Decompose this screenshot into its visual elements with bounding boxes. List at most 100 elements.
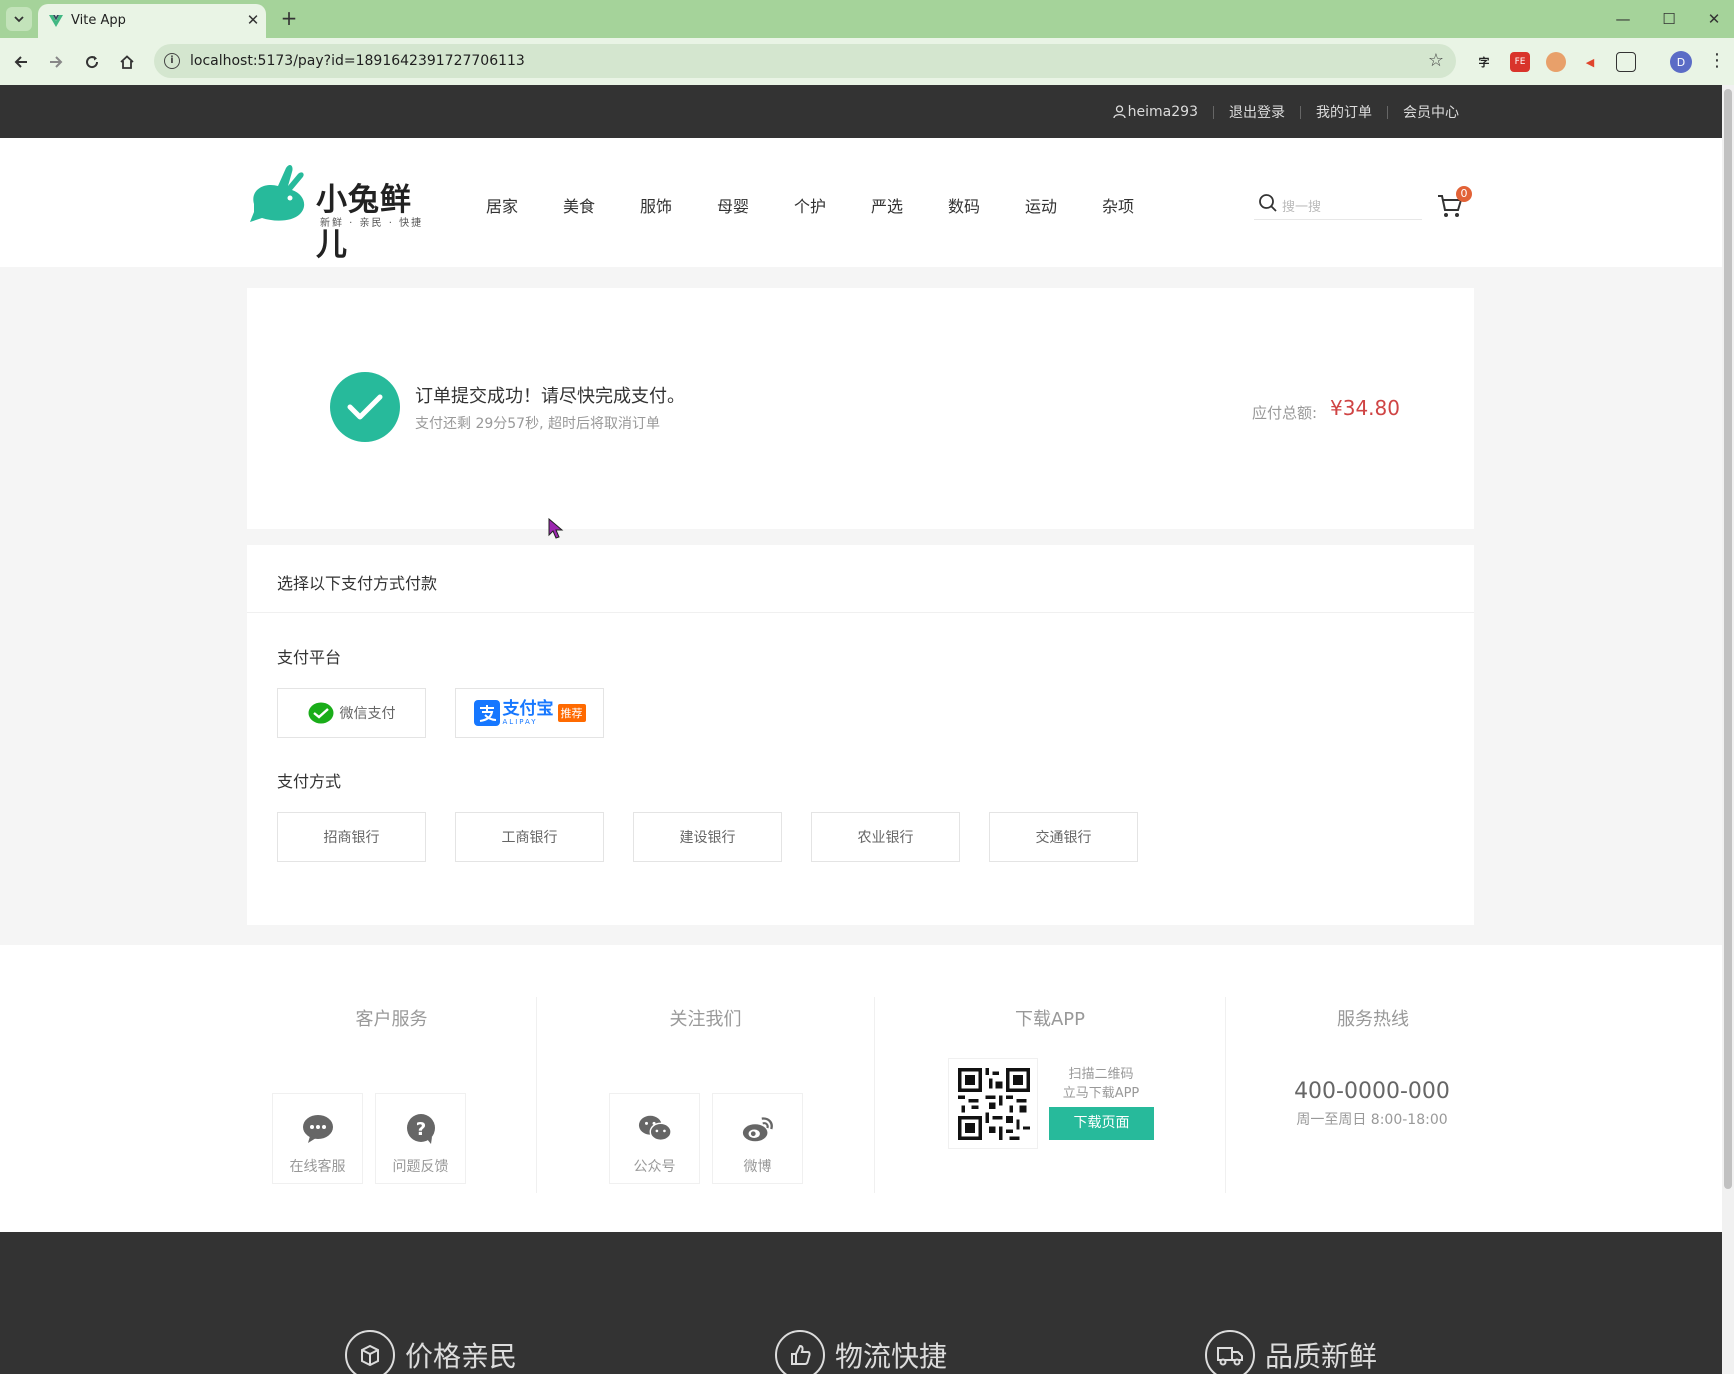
minimize-icon[interactable]: — [1610,6,1636,32]
browser-menu-icon[interactable]: ⋮ [1708,50,1726,71]
footer-promises: 价格亲民 物流快捷 品质新鲜 [0,1232,1722,1374]
amount-label: 应付总额: [1252,404,1318,422]
hotline-number: 400-0000-000 [1294,1079,1450,1104]
browser-tab[interactable]: Vite App ✕ [38,4,266,38]
wechat-icon [638,1112,672,1146]
bookmark-star-icon[interactable]: ☆ [1428,50,1444,71]
weibo-button[interactable]: 微博 [712,1093,803,1184]
user-link[interactable]: heima293 [1113,104,1198,120]
online-service-button[interactable]: 在线客服 [272,1093,363,1184]
wechat-pay-icon [308,702,333,724]
bank-option-icbc[interactable]: 工商银行 [455,812,604,862]
bank-option-bocom[interactable]: 交通银行 [989,812,1138,862]
search-box[interactable]: 搜一搜 [1254,190,1422,220]
site-info-icon[interactable]: i [164,53,180,69]
close-tab-icon[interactable]: ✕ [244,11,262,29]
feedback-button[interactable]: ? 问题反馈 [375,1093,466,1184]
address-bar[interactable]: i localhost:5173/pay?id=1891642391727706… [154,44,1456,78]
cart-button[interactable]: 0 [1436,186,1472,220]
url-text: localhost:5173/pay?id=189164239172770611… [190,53,525,69]
site-header: 小兔鲜儿 新鲜 · 亲民 · 快捷 居家 美食 服饰 母婴 个护 严选 数码 运… [0,138,1722,267]
tab-search-button[interactable] [6,7,32,31]
browser-toolbar: i localhost:5173/pay?id=1891642391727706… [0,38,1734,85]
alipay-en-text: ALIPAY [502,717,538,726]
download-page-button[interactable]: 下载页面 [1049,1107,1154,1140]
payment-heading: 选择以下支付方式付款 [277,574,438,593]
tab-title: Vite App [71,13,126,28]
promise-quality: 品质新鲜 [1205,1330,1377,1374]
nav-item-food[interactable]: 美食 [563,193,640,217]
category-nav: 居家 美食 服饰 母婴 个护 严选 数码 运动 杂项 [486,193,1179,217]
page-scrollbar[interactable] [1722,85,1734,1374]
order-success-card: 订单提交成功！请尽快完成支付。 支付还剩 29分57秒, 超时后将取消订单 应付… [247,288,1474,529]
alipay-logo: 支付宝 ALIPAY 推荐 [473,698,586,726]
maximize-icon[interactable]: ☐ [1656,6,1682,32]
my-orders-link[interactable]: 我的订单 [1316,102,1372,122]
nav-item-home[interactable]: 居家 [486,193,563,217]
translate-extension-icon[interactable]: 字 [1474,52,1494,72]
svg-text:?: ? [416,1119,426,1140]
bank-option-cmb[interactable]: 招商银行 [277,812,426,862]
divider [1300,105,1301,119]
wechat-pay-label: 微信支付 [339,706,396,722]
alipay-cn-text: 支付宝 [502,698,554,719]
nav-item-personal-care[interactable]: 个护 [794,193,871,217]
extension-avatar-icon[interactable] [1546,52,1566,72]
home-icon[interactable] [114,49,140,75]
nav-item-selected[interactable]: 严选 [871,193,948,217]
nav-item-clothing[interactable]: 服饰 [640,193,717,217]
member-center-link[interactable]: 会员中心 [1403,102,1459,122]
wechat-official-button[interactable]: 公众号 [609,1093,700,1184]
logo-slogan: 新鲜 · 亲民 · 快捷 [320,218,424,229]
back-arrow-icon[interactable] [8,49,34,75]
scan-qr-text: 扫描二维码 [1068,1067,1134,1082]
top-nav-bar: heima293 退出登录 我的订单 会员中心 [0,85,1722,138]
wechat-official-label: 公众号 [633,1159,676,1175]
promise-logistics: 物流快捷 [775,1330,947,1374]
profile-avatar[interactable]: D [1670,51,1692,73]
promise-logistics-text: 物流快捷 [835,1340,948,1373]
customer-service-title: 客户服务 [355,1009,428,1030]
bank-option-ccb[interactable]: 建设银行 [633,812,782,862]
promise-price: 价格亲民 [345,1330,517,1374]
bank-option-abc[interactable]: 农业银行 [811,812,960,862]
weibo-label: 微博 [743,1159,772,1175]
delivery-truck-icon [1205,1330,1255,1374]
extension-megaphone-icon[interactable]: ◀ [1580,52,1600,72]
close-window-icon[interactable]: ✕ [1701,6,1727,32]
username: heima293 [1127,104,1198,120]
alipay-icon [473,700,500,726]
nav-item-misc[interactable]: 杂项 [1102,193,1179,217]
user-icon [1113,105,1126,119]
success-check-icon [330,372,400,442]
scrollbar-thumb[interactable] [1724,89,1732,1189]
cart-count-badge: 0 [1456,186,1472,202]
extension-fe-icon[interactable]: FE [1510,52,1530,72]
vite-logo-icon [49,15,63,27]
download-app-text: 立马下载APP [1062,1086,1140,1101]
divider [1387,105,1388,119]
alipay-option[interactable]: 支付宝 ALIPAY 推荐 [455,688,604,738]
follow-us-title: 关注我们 [669,1009,742,1030]
wechat-pay-option[interactable]: 微信支付 [277,688,426,738]
reload-icon[interactable] [79,49,105,75]
nav-item-baby[interactable]: 母婴 [717,193,794,217]
order-success-title: 订单提交成功！请尽快完成支付。 [415,386,685,407]
download-app-title: 下载APP [1014,1009,1086,1030]
weibo-icon [741,1112,775,1146]
qr-code-image [958,1068,1030,1140]
site-logo[interactable]: 小兔鲜儿 新鲜 · 亲民 · 快捷 [246,160,442,263]
qr-code [948,1058,1038,1149]
forward-arrow-icon[interactable] [43,49,69,75]
hotline-hours: 周一至周日 8:00-18:00 [1296,1112,1448,1128]
amount-due: ¥34.80 [1330,396,1400,420]
new-tab-icon[interactable]: + [278,7,300,29]
nav-item-digital[interactable]: 数码 [948,193,1025,217]
online-service-label: 在线客服 [289,1159,346,1175]
logout-link[interactable]: 退出登录 [1229,102,1285,122]
promise-price-text: 价格亲民 [405,1340,518,1373]
nav-item-sports[interactable]: 运动 [1025,193,1102,217]
customer-service-section: 客户服务 在线客服 ? 问题反馈 [247,997,537,1193]
extensions-puzzle-icon[interactable] [1616,52,1636,72]
search-input[interactable]: 搜一搜 [1282,196,1321,215]
